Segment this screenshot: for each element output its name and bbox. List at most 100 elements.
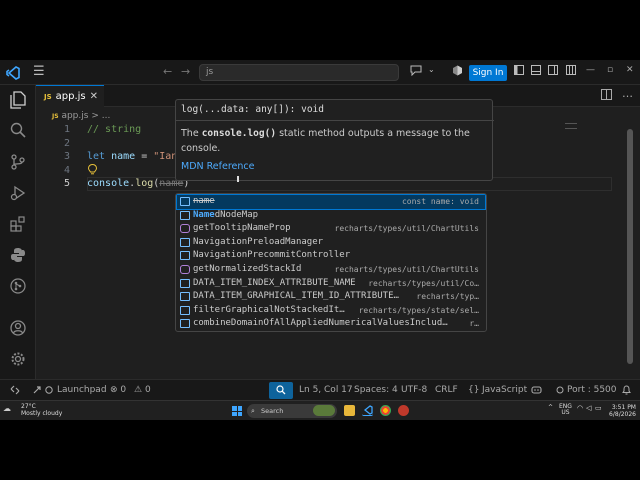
method-icon [180,265,190,274]
back-arrow-icon[interactable]: ← [163,65,172,78]
python-icon[interactable] [8,247,28,267]
breadcrumb-separator: > [91,111,99,121]
chevron-down-icon[interactable]: ⌄ [428,65,435,74]
editor-scrollbar[interactable] [626,123,634,378]
hover-divider [176,120,494,121]
weather-widget[interactable]: 27°C Mostly cloudy [21,403,62,417]
hover-desc-text: The [181,128,202,139]
more-actions-icon[interactable]: … [622,87,633,100]
tab-label: app.js [55,91,86,102]
errors-indicator[interactable]: ⊗ 0 [110,380,126,401]
hamburger-icon[interactable]: ☰ [33,64,45,79]
zoom-icon[interactable] [269,382,293,399]
suggestion-label: combineDomainOfAllAppliedNumericalValues… [193,318,448,329]
status-bar: Launchpad ⊗ 0 ⚠ 0 Ln 5, Col 17 Spaces: 4… [0,379,640,400]
notifications-bell-icon[interactable] [622,380,631,401]
settings-gear-icon[interactable] [8,351,28,371]
sign-in-button[interactable]: Sign In [469,65,507,81]
suggestion-item[interactable]: NavigationPreloadManager [177,236,485,250]
run-debug-icon[interactable] [8,185,28,205]
volume-icon[interactable]: ◁ [586,405,591,412]
search-icon[interactable] [8,122,28,142]
app-icon[interactable] [398,405,409,416]
language-braces-icon[interactable]: {} [468,380,479,401]
suggest-widget[interactable]: name const name: void NamedNodeMap getToolt… [175,193,487,332]
taskbar-search-label: Search [261,407,284,415]
chrome-icon[interactable] [380,405,391,416]
line-number: 5 [63,178,70,189]
hover-desc-code: console.log() [201,128,277,139]
suggestion-item[interactable]: NamedNodeMap [177,209,485,223]
javascript-file-icon: JS [52,113,59,120]
minimap-viewport[interactable] [565,123,577,129]
launchpad-item[interactable] [45,380,53,401]
suggestion-item[interactable]: DATA_ITEM_GRAPHICAL_ITEM_ID_ATTRIBUTE… re… [177,290,485,304]
hover-tooltip: log(...data: any[]): void The console.lo… [175,99,494,181]
launchpad-label[interactable]: Launchpad [57,380,107,401]
go-live-icon[interactable] [556,380,564,401]
suggestion-item[interactable]: getNormalizedStackId recharts/types/util/… [177,263,485,277]
source-control-icon[interactable] [8,154,28,174]
account-icon[interactable] [8,320,28,340]
suggestion-item[interactable]: filterGraphicalNotStackedIt… recharts/typ… [177,304,485,318]
command-center-search[interactable]: js [199,64,399,81]
suggestion-item[interactable]: name const name: void [176,194,486,210]
suggestion-item[interactable]: DATA_ITEM_INDEX_ATTRIBUTE_NAME recharts/t… [177,277,485,291]
language-indicator[interactable]: ENG US [559,404,572,416]
indentation[interactable]: Spaces: 4 [354,380,398,401]
warnings-indicator[interactable]: ⚠ 0 [134,380,151,401]
wifi-icon[interactable]: ◠ [577,405,583,412]
windows-taskbar: ☁ 27°C Mostly cloudy ⌕ Search ^ ENG US ◠… [0,400,640,420]
encoding[interactable]: UTF-8 [401,380,427,401]
scrollbar-thumb[interactable] [627,129,633,364]
tray-overflow-icon[interactable]: ^ [548,405,553,411]
breadcrumb[interactable]: JS app.js > ... [52,111,110,121]
language-mode[interactable]: JavaScript [482,380,527,401]
mdn-reference-link[interactable]: MDN Reference [181,161,254,172]
launchpad-icon[interactable] [32,380,42,401]
taskbar-clock[interactable]: 3:51 PM 6/8/2026 [604,404,636,418]
suggestion-detail: recharts/typ… [416,292,479,302]
activity-bar [0,85,36,395]
forward-arrow-icon[interactable]: → [181,65,190,78]
windows-start-icon[interactable] [232,406,242,416]
region-code: US [561,409,570,416]
suggestion-item[interactable]: NavigationPrecommitController [177,249,485,263]
suggestion-label: NavigationPreloadManager [193,236,324,247]
minimize-icon[interactable]: — [586,65,595,75]
layout-icon[interactable] [566,65,576,78]
toggle-panel-icon[interactable] [514,65,524,78]
split-editor-icon[interactable] [601,89,612,103]
hover-description: The console.log() static method outputs … [181,126,481,156]
cursor-position[interactable]: Ln 5, Col 17 [299,380,353,401]
suggestion-item[interactable]: combineDomainOfAllAppliedNumericalValues… [177,317,485,331]
variable-icon [180,197,190,206]
vscode-taskbar-icon[interactable] [362,405,373,416]
toggle-secondary-sidebar-icon[interactable] [531,65,541,78]
bing-image-icon[interactable] [313,405,335,416]
accounts-shield-icon[interactable] [452,65,463,79]
copilot-chat-icon[interactable] [410,65,422,79]
suggestion-item[interactable]: getTooltipNameProp recharts/types/util/Ch… [177,222,485,236]
breadcrumb-rest[interactable]: ... [102,111,111,121]
file-explorer-icon[interactable] [344,405,355,416]
tab-app-js[interactable]: JS app.js ✕ [36,85,104,107]
taskbar-search-icon: ⌕ [251,407,255,415]
battery-icon[interactable]: ▭ [595,405,602,412]
toggle-sidebar-icon[interactable] [548,65,558,78]
close-window-icon[interactable]: ✕ [626,65,634,75]
copilot-icon[interactable] [531,380,542,401]
code-text: let name = "Ian" [87,150,183,164]
end-of-line[interactable]: CRLF [435,380,458,401]
breadcrumb-file[interactable]: app.js [61,111,88,121]
extensions-icon[interactable] [8,216,28,236]
keyword-token: let [87,151,106,162]
suggestion-detail: recharts/types/util/ChartUtils [334,265,480,274]
variable-icon [180,237,190,247]
explorer-icon[interactable] [8,91,28,111]
git-graph-icon[interactable] [8,278,28,298]
close-tab-icon[interactable]: ✕ [90,86,98,108]
live-server-port[interactable]: Port : 5500 [567,380,617,401]
remote-icon[interactable] [10,380,20,401]
maximize-icon[interactable]: ▫ [607,65,613,75]
